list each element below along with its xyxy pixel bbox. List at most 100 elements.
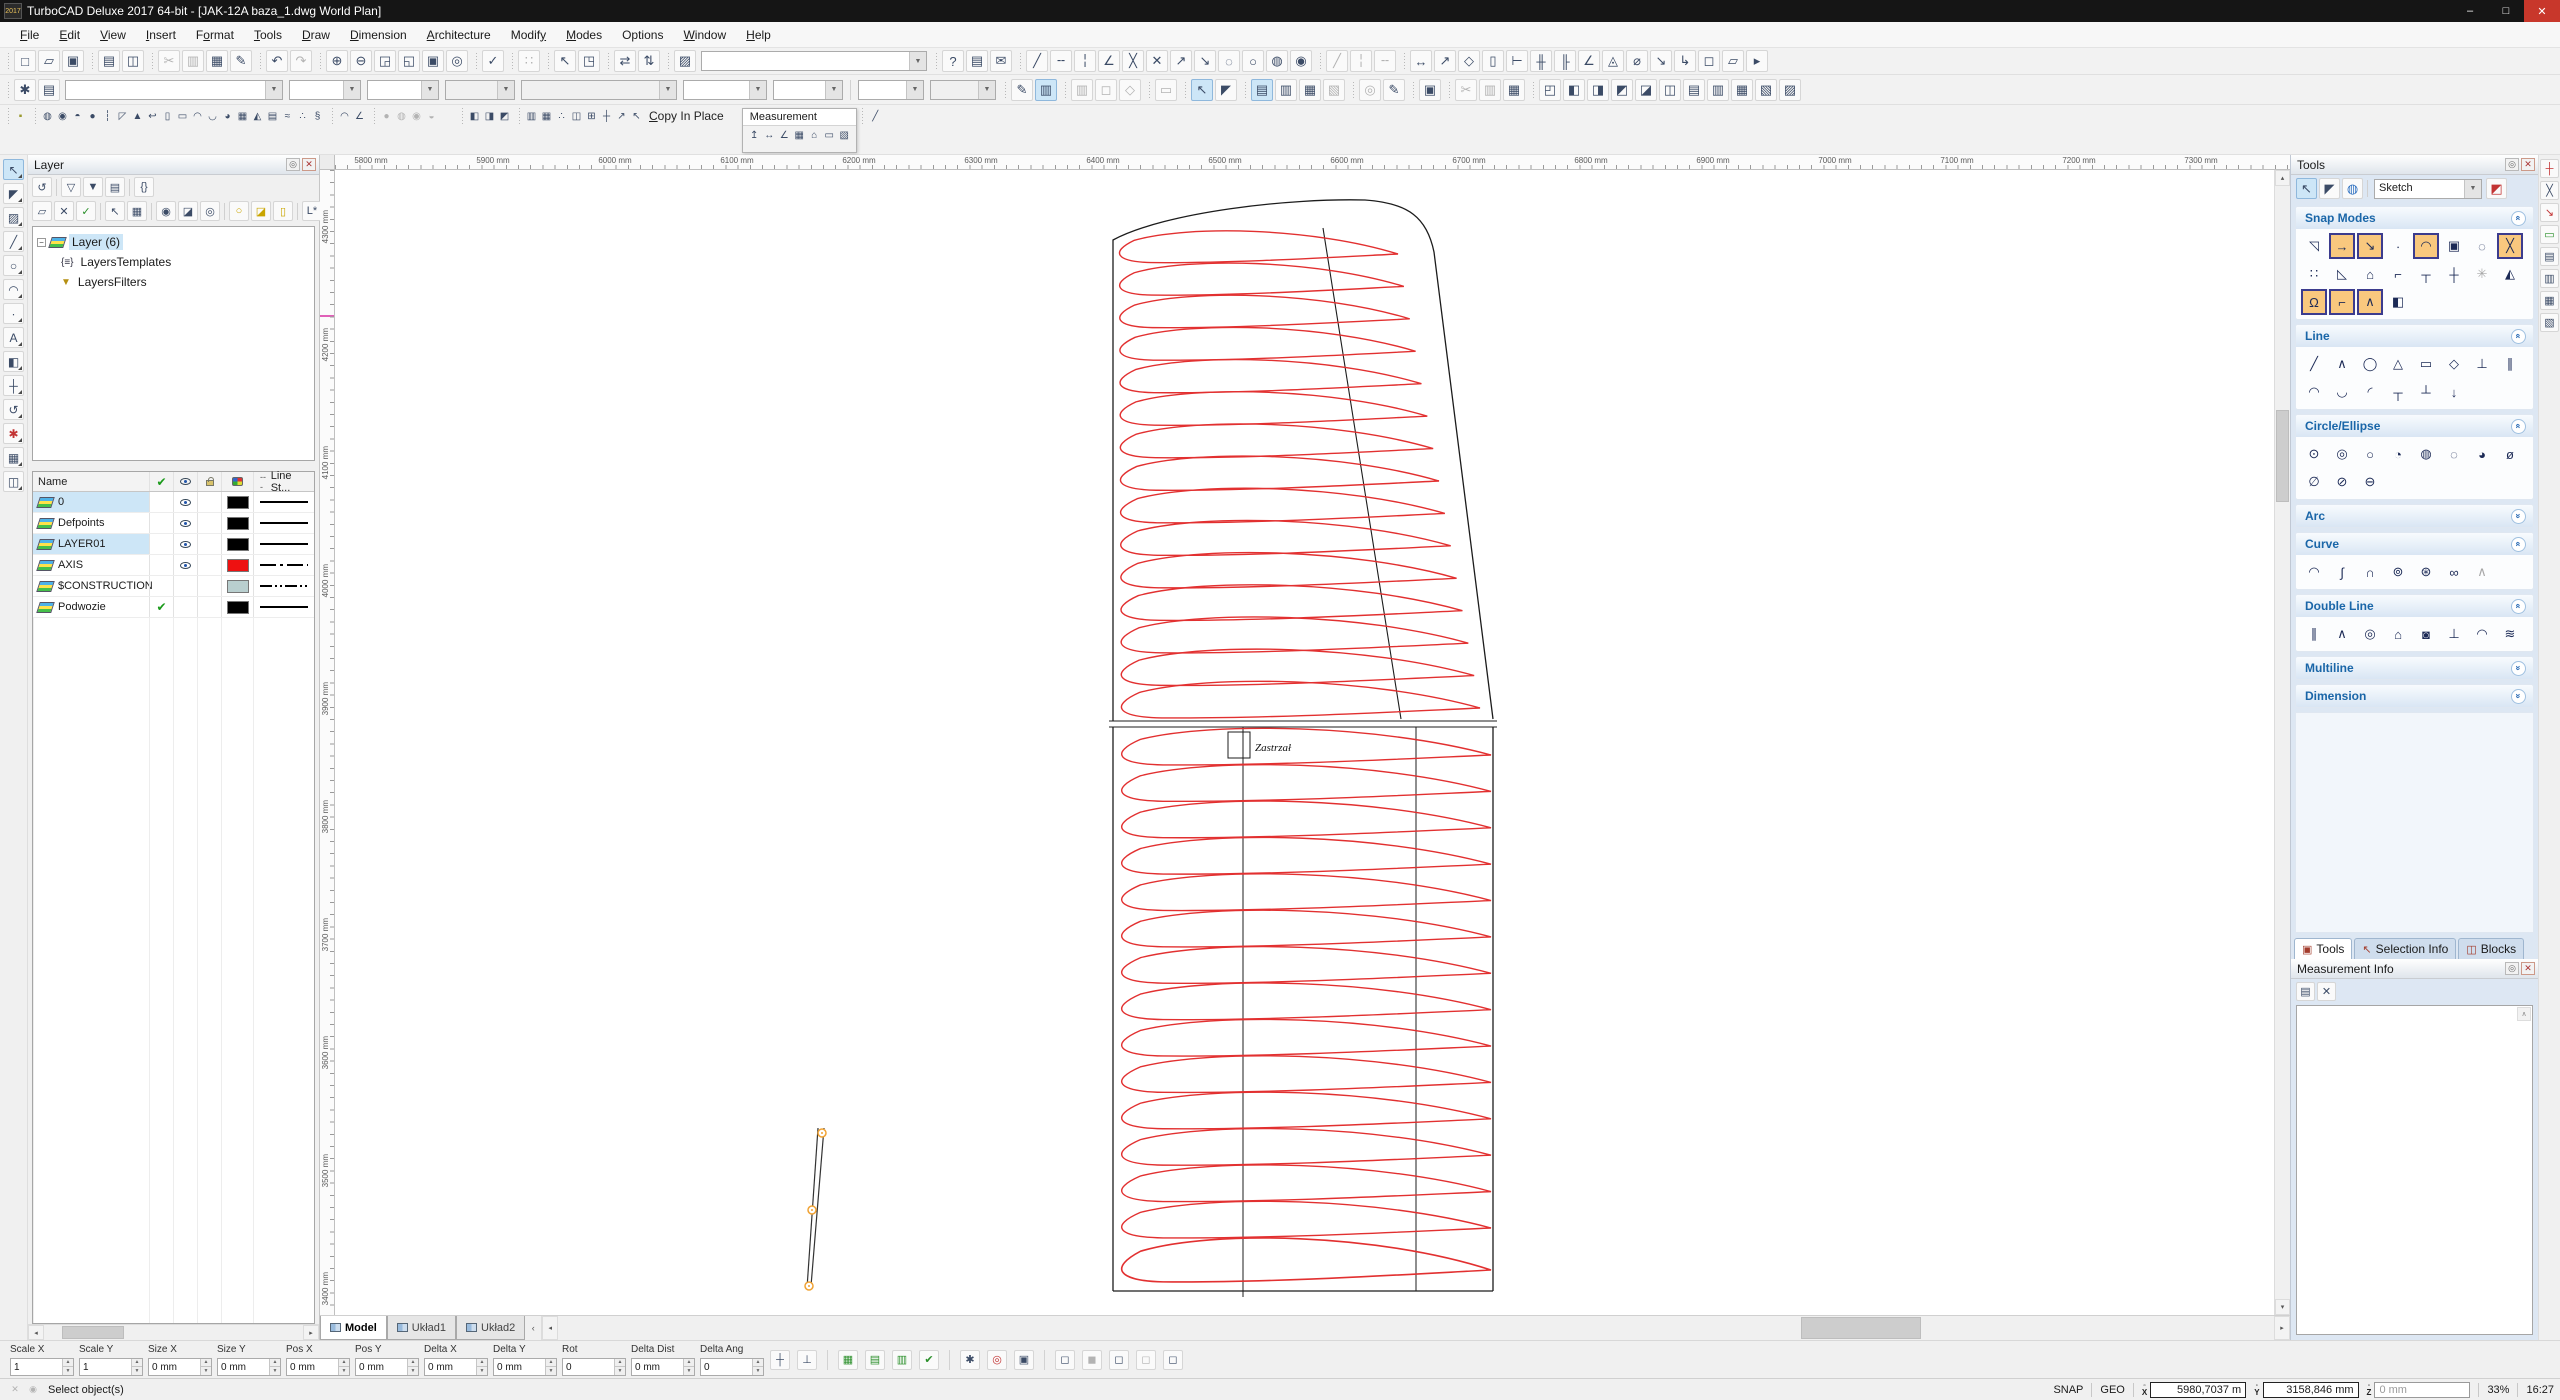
layer-linestyle-cell[interactable] xyxy=(253,492,314,512)
srf-nodes-icon[interactable]: ∴ xyxy=(295,108,310,124)
bezier-tool-icon[interactable]: ∫ xyxy=(2329,559,2355,585)
view-se-icon[interactable]: ▧ xyxy=(1755,79,1777,101)
menu-draw[interactable]: Draw xyxy=(292,24,340,46)
scroll-up-icon[interactable]: ▴ xyxy=(2275,170,2290,186)
z-coordinate-field[interactable]: ▫Z 0 mm xyxy=(2367,1382,2471,1398)
tp-world-icon[interactable]: ◍ xyxy=(2342,178,2363,199)
meas-arc-30-icon[interactable]: ◠ xyxy=(337,108,352,124)
layer-panel-hscrollbar[interactable]: ◂ ▸ xyxy=(28,1324,319,1340)
point-main-icon[interactable]: ∙ xyxy=(3,303,24,324)
layer-tree-root[interactable]: −Layer (6) xyxy=(37,232,310,252)
ellipse-ratio-icon[interactable]: ⊖ xyxy=(2357,469,2383,495)
chevron-down-icon[interactable]: ▼ xyxy=(343,81,360,99)
toolbar-combo[interactable]: ▼ xyxy=(367,80,439,100)
tee-tool-icon[interactable]: ┴ xyxy=(2413,379,2439,405)
menu-modes[interactable]: Modes xyxy=(556,24,612,46)
layer-row[interactable]: LAYER01 xyxy=(33,534,314,555)
redo-icon[interactable]: ↷ xyxy=(290,50,312,72)
field-value[interactable]: 1 xyxy=(80,1359,131,1375)
view-ne-icon[interactable]: ▥ xyxy=(1707,79,1729,101)
dim-radius-icon[interactable]: ◬ xyxy=(1602,50,1624,72)
cut-icon[interactable]: ✂ xyxy=(158,50,180,72)
guide-1-icon[interactable]: ╱ xyxy=(1326,50,1348,72)
spinner[interactable]: ▲▼ xyxy=(614,1359,625,1375)
field-value[interactable]: 0 mm xyxy=(632,1359,683,1375)
snap-vertex-icon[interactable]: → xyxy=(2329,233,2355,259)
measure-volume-icon[interactable]: ▧ xyxy=(837,127,852,143)
snap-center-icon[interactable]: ◠ xyxy=(2413,233,2439,259)
spinner[interactable]: ▲▼ xyxy=(338,1359,349,1375)
section-header[interactable]: Circle/Ellipse« xyxy=(2296,415,2533,437)
layer-row[interactable]: 0 xyxy=(33,492,314,513)
spiral-2-icon[interactable]: ⊛ xyxy=(2413,559,2439,585)
snap-tangent-icon[interactable]: ⌐ xyxy=(2385,261,2411,287)
toolbar-combo[interactable]: ▼ xyxy=(445,80,515,100)
rectangle-tool-icon[interactable]: ▭ xyxy=(2413,351,2439,377)
dim-edit-icon[interactable]: ▱ xyxy=(1722,50,1744,72)
layer-visible-cell[interactable] xyxy=(173,597,197,617)
insp-grid-2-icon[interactable]: ◼ xyxy=(1082,1350,1102,1370)
save-file-icon[interactable]: ▣ xyxy=(62,50,84,72)
fit-bounds-icon[interactable]: ▭ xyxy=(1155,79,1177,101)
style-apply-icon[interactable]: ✎ xyxy=(1011,79,1033,101)
maximize-button[interactable]: □ xyxy=(2488,0,2524,22)
layer-lock-cell[interactable] xyxy=(197,576,221,596)
field-value[interactable]: 0 xyxy=(563,1359,614,1375)
tp-node-icon[interactable]: ◤ xyxy=(2319,178,2340,199)
double-parallel-icon[interactable]: ≋ xyxy=(2497,621,2523,647)
srf-arc-2-icon[interactable]: ◡ xyxy=(205,108,220,124)
snap-ruler-icon[interactable]: ◺ xyxy=(2329,261,2355,287)
menu-help[interactable]: Help xyxy=(736,24,781,46)
rt-clipboard-icon[interactable]: ▤ xyxy=(2540,247,2559,266)
srf-cylinder-icon[interactable]: ▯ xyxy=(160,108,175,124)
layer-lock-cell[interactable] xyxy=(197,492,221,512)
srf-arc-icon[interactable]: ◠ xyxy=(190,108,205,124)
prim-shaded-icon[interactable]: ◍ xyxy=(394,108,409,124)
spiral-tool-icon[interactable]: ⊚ xyxy=(2385,559,2411,585)
spinner[interactable]: ▲▼ xyxy=(269,1359,280,1375)
rt-move-icon[interactable]: ┼ xyxy=(2540,159,2559,178)
open-file-icon[interactable]: ▱ xyxy=(38,50,60,72)
show-all-icon[interactable]: ◉ xyxy=(156,201,176,221)
chevron-down-icon[interactable]: ▼ xyxy=(909,52,926,70)
sheet-tab-układ2[interactable]: Układ2 xyxy=(456,1316,525,1340)
double-polygon-icon[interactable]: ⌂ xyxy=(2385,621,2411,647)
tab-tools[interactable]: ▣Tools xyxy=(2294,938,2352,959)
workspace-2d-icon[interactable]: ⇄ xyxy=(614,50,636,72)
script-recorder-icon[interactable]: ▤ xyxy=(966,50,988,72)
srf-coil-icon[interactable]: § xyxy=(310,108,325,124)
snap-intersection-icon[interactable]: ╳ xyxy=(2497,233,2523,259)
menu-dimension[interactable]: Dimension xyxy=(340,24,417,46)
measure-distance-icon[interactable]: ↔ xyxy=(762,127,777,143)
spinner[interactable]: ▲▼ xyxy=(752,1359,763,1375)
field-value[interactable]: 0 mm xyxy=(149,1359,200,1375)
show-toggle-icon[interactable]: ◪ xyxy=(178,201,198,221)
guide-3-icon[interactable]: ╌ xyxy=(1374,50,1396,72)
layer-visible-cell[interactable] xyxy=(173,534,197,554)
cut-2-icon[interactable]: ✂ xyxy=(1455,79,1477,101)
copy-in-place-button[interactable]: Copy In Place xyxy=(649,109,724,123)
rt-blocks-icon[interactable]: ▦ xyxy=(2540,291,2559,310)
column-visible-eye-icon[interactable] xyxy=(173,472,197,491)
column-color-palette-icon[interactable] xyxy=(221,472,253,491)
field-value[interactable]: 0 mm xyxy=(356,1359,407,1375)
collapse-chevron-icon[interactable]: « xyxy=(2511,599,2526,614)
snap-bisector-icon[interactable]: ∧ xyxy=(2357,289,2383,315)
rotated-ellipse-icon[interactable]: ⊘ xyxy=(2329,469,2355,495)
chevron-down-icon[interactable]: ▼ xyxy=(2464,180,2481,198)
sheet-c-icon[interactable]: ▥ xyxy=(892,1350,912,1370)
dim-skew-icon[interactable]: ↗ xyxy=(1434,50,1456,72)
arc-main-icon[interactable]: ◠ xyxy=(3,279,24,300)
layer-color-cell[interactable] xyxy=(221,492,253,512)
layer-lock-cell[interactable] xyxy=(197,597,221,617)
expand-chevron-icon[interactable]: » xyxy=(2511,689,2526,704)
scrollbar-thumb[interactable] xyxy=(2276,410,2289,502)
paste-2-icon[interactable]: ▦ xyxy=(1503,79,1525,101)
double-tangent-icon[interactable]: ◠ xyxy=(2469,621,2495,647)
measure-table-icon[interactable]: ▦ xyxy=(792,127,807,143)
dim-chain-icon[interactable]: ╟ xyxy=(1554,50,1576,72)
prim-hatched-icon[interactable]: ◒ xyxy=(424,108,439,124)
magnetic-point-icon[interactable]: Ω xyxy=(2301,289,2327,315)
layer-row[interactable]: Podwozie✔ xyxy=(33,597,314,618)
dim-shear-icon[interactable]: ◇ xyxy=(1458,50,1480,72)
